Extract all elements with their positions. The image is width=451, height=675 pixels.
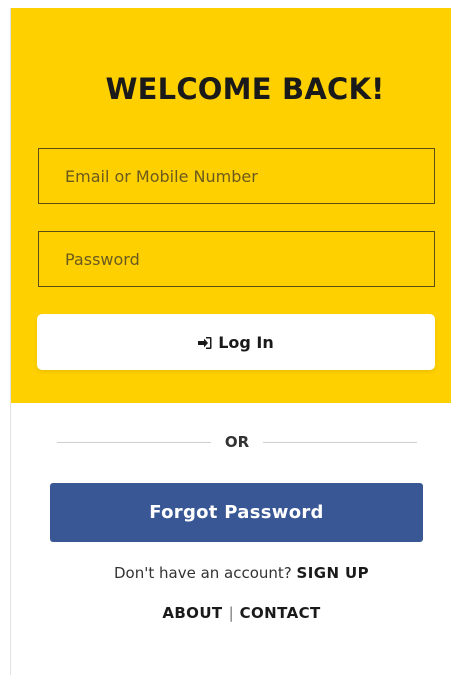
signup-prompt: Don't have an account?: [114, 564, 297, 582]
about-link[interactable]: ABOUT: [162, 604, 222, 622]
divider-line-right: [263, 441, 417, 443]
password-input[interactable]: [38, 231, 435, 287]
signup-link[interactable]: SIGN UP: [297, 564, 369, 582]
or-divider: OR: [57, 430, 417, 454]
or-label: OR: [224, 433, 250, 451]
page-title: WELCOME BACK!: [105, 72, 385, 106]
footer-links: ABOUT | CONTACT: [11, 604, 451, 622]
login-card: WELCOME BACK! Log In OR Forgot Password …: [10, 8, 451, 675]
contact-link[interactable]: CONTACT: [240, 604, 321, 622]
signup-row: Don't have an account? SIGN UP: [11, 564, 451, 582]
login-button[interactable]: Log In: [37, 314, 435, 370]
sign-in-icon: [198, 335, 212, 349]
link-separator: |: [228, 604, 234, 622]
forgot-password-button[interactable]: Forgot Password: [50, 483, 423, 542]
email-input[interactable]: [38, 148, 435, 204]
login-panel: WELCOME BACK! Log In: [11, 8, 451, 403]
divider-line-left: [57, 441, 211, 443]
login-button-label: Log In: [218, 332, 274, 352]
